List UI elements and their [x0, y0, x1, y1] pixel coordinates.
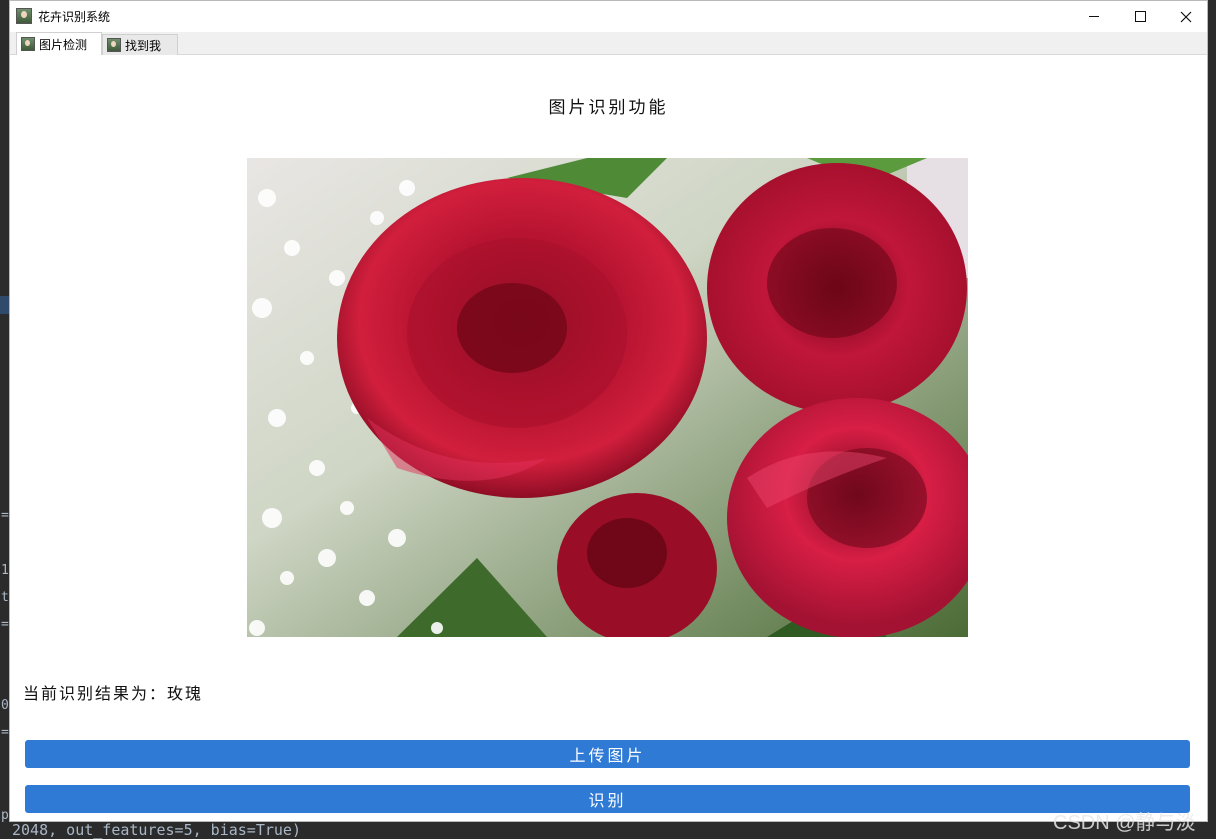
background-char: =	[1, 617, 9, 632]
tab-avatar-icon	[107, 38, 121, 52]
close-icon	[1180, 11, 1192, 22]
flower-image	[247, 158, 968, 637]
tab-label: 图片检测	[39, 37, 88, 52]
background-char: =	[1, 725, 9, 740]
tab-image-detection[interactable]: 图片检测	[16, 32, 102, 55]
maximize-button[interactable]	[1117, 1, 1163, 32]
background-selection-bar	[0, 296, 9, 314]
window-title: 花卉识别系统	[38, 10, 111, 24]
rose-photo	[247, 158, 968, 637]
close-button[interactable]	[1163, 1, 1209, 32]
csdn-watermark: CSDN @静与淡	[1053, 812, 1196, 834]
background-code-line: 2048, out_features=5, bias=True)	[0, 822, 1216, 839]
background-char: p	[1, 808, 9, 823]
background-editor-strip: = 1 t = 0 = p	[0, 0, 9, 839]
minimize-icon	[1089, 16, 1099, 17]
title-bar[interactable]: 花卉识别系统	[10, 1, 1207, 32]
identify-button[interactable]: 识别	[25, 785, 1190, 813]
recognition-result: 当前识别结果为：玫瑰	[23, 684, 204, 703]
app-window: 花卉识别系统 图片检测 找到我 图片识别功能 当前识别结果为：玫瑰 上传图片 识…	[9, 0, 1208, 822]
tab-label: 找到我	[125, 38, 162, 53]
background-char: =	[1, 508, 9, 523]
maximize-icon	[1134, 11, 1146, 22]
page-title: 图片识别功能	[548, 98, 669, 118]
tab-find-me[interactable]: 找到我	[102, 34, 178, 55]
minimize-button[interactable]	[1071, 1, 1117, 32]
background-char: t	[1, 590, 9, 605]
app-icon	[16, 8, 32, 24]
background-char: 0	[1, 698, 9, 713]
upload-image-button[interactable]: 上传图片	[25, 740, 1190, 768]
tab-bar: 图片检测 找到我	[10, 32, 1207, 55]
tab-avatar-icon	[21, 37, 35, 51]
background-char: 1	[1, 563, 9, 578]
